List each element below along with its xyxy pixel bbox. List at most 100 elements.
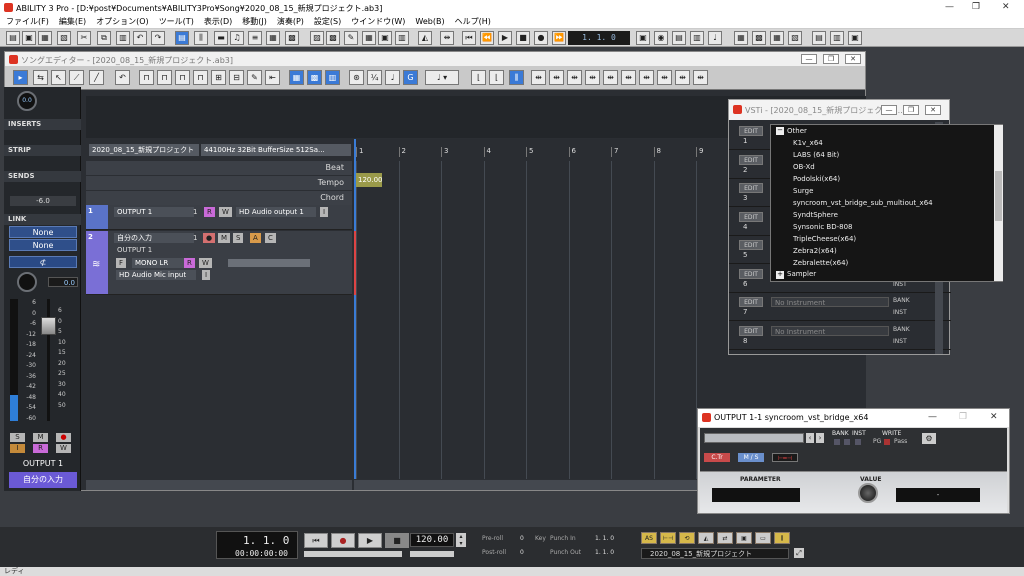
play-icon[interactable]: ▶ (498, 31, 512, 45)
group-sampler[interactable]: Sampler (787, 270, 816, 278)
record-button[interactable]: ● (331, 533, 355, 548)
view-a-icon[interactable]: ▦ (289, 70, 304, 85)
export-icon[interactable]: ▧ (57, 31, 71, 45)
track-2-read-button[interactable]: R (184, 258, 195, 268)
range-loop-icon[interactable]: ⊢⊣ (660, 532, 676, 544)
instrument-option[interactable]: Podolski(x64) (793, 175, 840, 183)
punch-out-value[interactable]: 1. 1. 0 (595, 549, 614, 556)
stop-icon[interactable]: ■ (516, 31, 530, 45)
scrub-icon[interactable]: ⇹ (440, 31, 454, 45)
menu-play[interactable]: 演奏(P) (277, 15, 304, 28)
tool-a-icon[interactable]: ⊓ (139, 70, 154, 85)
instrument-option[interactable]: LABS (64 Bit) (793, 151, 839, 159)
next-preset-icon[interactable]: › (816, 433, 824, 443)
tool-c-icon[interactable]: ⊓ (175, 70, 190, 85)
arrange-icon[interactable]: ▦ (362, 31, 376, 45)
effect-icon[interactable]: ▥ (830, 31, 844, 45)
track-1-write-button[interactable]: W (219, 207, 232, 217)
menu-file[interactable]: ファイル(F) (6, 15, 49, 28)
vsti-edit-button[interactable]: EDIT (739, 154, 763, 165)
view-icon[interactable]: ◉ (654, 31, 668, 45)
view-c-icon[interactable]: ▥ (325, 70, 340, 85)
menu-settings[interactable]: 設定(S) (314, 15, 341, 28)
vsti-minimize-icon[interactable]: — (881, 105, 897, 115)
draw-tool-icon[interactable]: ╱ (89, 70, 104, 85)
prev-preset-icon[interactable]: ‹ (806, 433, 814, 443)
zoom-d-icon[interactable]: ⇹ (531, 70, 546, 85)
split-tool-icon[interactable]: ⟋ (69, 70, 84, 85)
menu-edit[interactable]: 編集(E) (59, 15, 86, 28)
rewind-icon[interactable]: ⏪ (480, 31, 494, 45)
menu-option[interactable]: オプション(O) (96, 15, 149, 28)
snap-icon[interactable]: ⊛ (349, 70, 364, 85)
note-length-select[interactable]: ♩ ▾ (425, 70, 459, 85)
undo-tool-icon[interactable]: ↶ (115, 70, 130, 85)
plugin-settings-icon[interactable]: ⚙ (922, 433, 936, 444)
menu-help[interactable]: ヘルプ(H) (455, 15, 491, 28)
close-icon[interactable]: ✕ (1002, 2, 1010, 12)
ruler-bar-label[interactable]: 6 (568, 147, 576, 157)
sends-value[interactable]: -6.0 (10, 196, 76, 206)
menu-view[interactable]: 表示(D) (204, 15, 232, 28)
track-1[interactable]: 1 OUTPUT 1 1 R W HD Audio output 1 1... … (86, 205, 352, 230)
score-icon[interactable]: ♫ (230, 31, 244, 45)
undo-icon[interactable]: ↶ (133, 31, 147, 45)
ruler-bar-label[interactable]: 2 (398, 147, 406, 157)
expand-transport-icon[interactable]: ⤢ (794, 548, 804, 558)
sync-icon[interactable]: ⇄ (717, 532, 733, 544)
zoom-h-icon[interactable]: ⇹ (603, 70, 618, 85)
vsti-edit-button[interactable]: EDIT (739, 297, 763, 307)
instrument-option[interactable]: syncroom_vst_bridge_sub_multiout_x64 (793, 199, 933, 207)
copy-icon[interactable]: ⧉ (97, 31, 111, 45)
instrument-option[interactable]: Zebra2(x64) (793, 247, 837, 255)
song-minimize-icon[interactable]: — (801, 54, 817, 64)
vsti-maximize-icon[interactable]: ❐ (903, 105, 919, 115)
vsti-edit-button[interactable]: EDIT (739, 240, 763, 250)
tool-h-icon[interactable]: ⇤ (265, 70, 280, 85)
inserts-header[interactable]: INSERTS (4, 119, 81, 130)
mixer-toggle-icon[interactable]: ⫼ (774, 532, 790, 544)
track-2-volume-bar[interactable] (228, 259, 310, 267)
vsti-slot[interactable]: EDIT 7 No Instrument BANK INST (729, 293, 951, 321)
tool-f-icon[interactable]: ⊟ (229, 70, 244, 85)
vsti-edit-button[interactable]: EDIT (739, 325, 763, 336)
drum-icon[interactable]: ▩ (285, 31, 299, 45)
vsti-slot[interactable]: EDIT 8 No Instrument BANK INST (729, 322, 951, 350)
sends-header[interactable]: SENDS (4, 171, 81, 182)
ruler-bar-label[interactable]: 4 (483, 147, 491, 157)
instrument-dropdown[interactable]: − Other K1v_x64 LABS (64 Bit) OB-Xd Podolsk… (770, 124, 1003, 282)
tempo-list-icon[interactable]: ▥ (690, 31, 704, 45)
track-2-name[interactable]: 自分の入力 (114, 233, 194, 243)
collapse-icon[interactable]: − (776, 127, 784, 135)
track-2-record-button[interactable]: ● (203, 233, 216, 243)
quantize-c-icon[interactable]: G (403, 70, 418, 85)
ruler-bar-label[interactable]: 7 (611, 147, 618, 157)
ruler-bar-label[interactable]: 5 (526, 147, 533, 157)
track-1-read-button[interactable]: R (204, 207, 215, 217)
solo-button[interactable]: S (10, 433, 25, 442)
play-button[interactable]: ▶ (358, 533, 382, 548)
tempo-display[interactable]: 120.00 (410, 533, 454, 547)
ruler-bar-label[interactable]: 1 (356, 147, 363, 157)
volume-knob[interactable]: 0.0 (17, 91, 37, 111)
cut-icon[interactable]: ✂ (77, 31, 91, 45)
instrument-option[interactable]: K1v_x64 (793, 139, 823, 147)
ms-button[interactable]: M / S (738, 453, 764, 462)
redo-icon[interactable]: ↷ (151, 31, 165, 45)
preset-field[interactable] (704, 433, 804, 443)
track-2-write-button[interactable]: W (199, 258, 212, 268)
track-2-mute-button[interactable]: M (218, 233, 231, 243)
display-toggle-icon[interactable]: ▭ (755, 532, 771, 544)
tempo-slider[interactable] (410, 551, 454, 557)
vsti-edit-button[interactable]: EDIT (739, 211, 763, 222)
track-1-channel[interactable]: 1 (190, 207, 200, 217)
loop-icon[interactable]: ▩ (326, 31, 340, 45)
track-1-info-button[interactable]: I (320, 207, 329, 217)
plugin-close-icon[interactable]: ✕ (990, 412, 998, 422)
mute-button[interactable]: M (33, 433, 48, 442)
pencil-icon[interactable]: ✎ (344, 31, 358, 45)
song-editor-icon[interactable]: ▤ (175, 31, 189, 45)
auto-stop-icon[interactable]: AS (641, 532, 657, 544)
instrument-option[interactable]: OB-Xd (793, 163, 815, 171)
zoom-j-icon[interactable]: ⇹ (639, 70, 654, 85)
